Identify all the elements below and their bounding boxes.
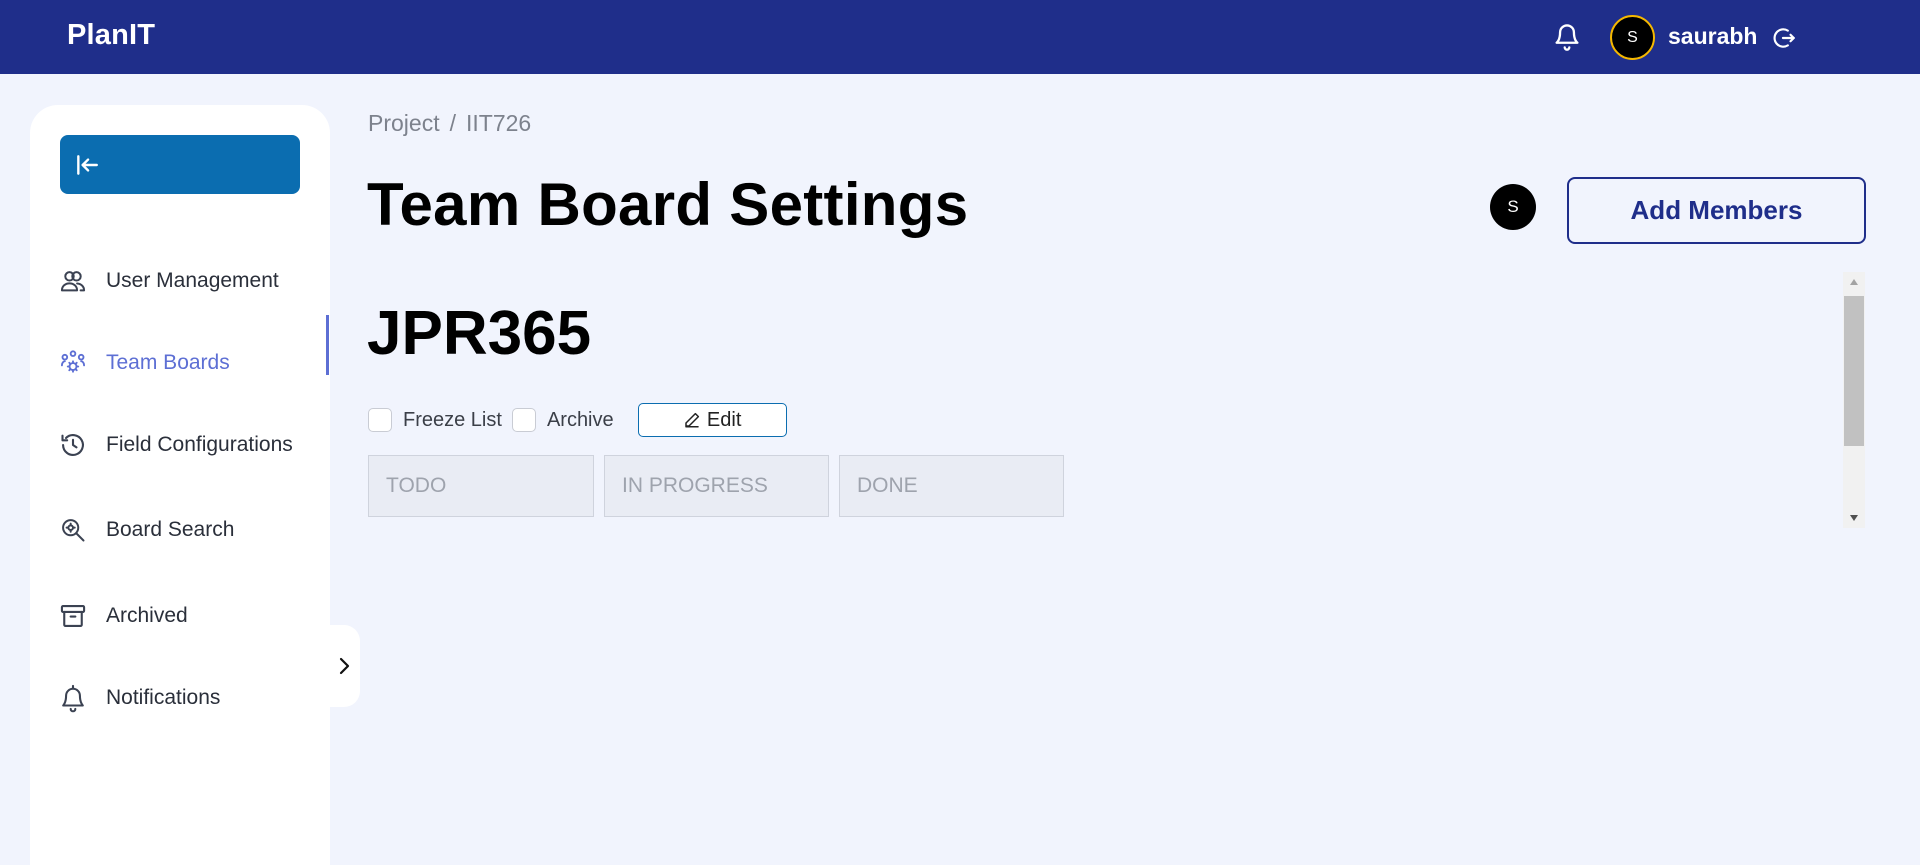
scrollbar-thumb[interactable] <box>1844 296 1864 446</box>
sidebar: User Management Team Boards Field Config… <box>30 105 330 865</box>
sidebar-item-team-boards[interactable]: Team Boards <box>58 343 330 383</box>
sidebar-item-label: Team Boards <box>106 351 230 374</box>
sidebar-item-notifications[interactable]: Notifications <box>58 678 330 718</box>
breadcrumb: Project / IIT726 <box>368 110 531 137</box>
sidebar-item-archived[interactable]: Archived <box>58 596 330 636</box>
breadcrumb-separator: / <box>449 110 456 136</box>
brand-logo[interactable]: PlanIT <box>67 19 155 52</box>
pencil-icon <box>683 411 701 429</box>
breadcrumb-project[interactable]: Project <box>368 110 440 136</box>
history-icon <box>58 430 88 460</box>
freeze-list-label: Freeze List <box>403 408 502 431</box>
triangle-down-icon <box>1850 515 1858 521</box>
add-members-button[interactable]: Add Members <box>1567 177 1866 244</box>
logout-icon <box>1773 28 1795 48</box>
list-in-progress[interactable]: IN PROGRESS <box>604 455 829 517</box>
list-todo[interactable]: TODO <box>368 455 594 517</box>
sidebar-item-field-configurations[interactable]: Field Configurations <box>58 425 330 465</box>
collapse-sidebar-button[interactable] <box>60 135 300 194</box>
member-avatar[interactable]: S <box>1490 184 1536 230</box>
expand-sidebar-button[interactable] <box>328 625 360 707</box>
bell-icon <box>58 683 88 713</box>
sidebar-item-label: Field Configurations <box>106 433 293 456</box>
bell-icon <box>1555 24 1579 51</box>
username-label[interactable]: saurabh <box>1668 23 1757 50</box>
archive-icon <box>58 601 88 631</box>
breadcrumb-current: IIT726 <box>465 110 532 136</box>
sidebar-item-label: Notifications <box>106 686 221 709</box>
list-done[interactable]: DONE <box>839 455 1064 517</box>
top-bar: PlanIT S saurabh <box>0 0 1920 74</box>
notifications-button[interactable] <box>1550 20 1584 54</box>
triangle-up-icon <box>1850 279 1858 285</box>
board-controls: Freeze List Archive Edit <box>368 403 787 437</box>
sidebar-item-user-management[interactable]: User Management <box>58 261 330 301</box>
vertical-scrollbar[interactable] <box>1843 272 1865 528</box>
board-name: JPR365 <box>367 299 592 368</box>
page-title: Team Board Settings <box>367 171 969 238</box>
team-gear-icon <box>58 348 88 378</box>
active-indicator <box>326 315 329 375</box>
edit-button[interactable]: Edit <box>637 403 787 437</box>
scroll-up-arrow[interactable] <box>1843 272 1865 292</box>
collapse-left-icon <box>77 154 98 175</box>
board-lists: TODO IN PROGRESS DONE <box>368 455 1064 517</box>
sidebar-item-label: Archived <box>106 604 188 627</box>
search-gear-icon <box>58 515 88 545</box>
sidebar-item-label: Board Search <box>106 518 235 541</box>
chevron-right-icon <box>339 657 350 675</box>
sidebar-item-board-search[interactable]: Board Search <box>58 510 330 550</box>
archive-label: Archive <box>546 408 614 431</box>
scroll-down-arrow[interactable] <box>1843 508 1865 528</box>
logout-button[interactable] <box>1770 24 1798 52</box>
sidebar-item-label: User Management <box>106 269 279 292</box>
archive-checkbox[interactable] <box>511 408 536 432</box>
edit-button-label: Edit <box>706 408 742 431</box>
freeze-list-checkbox[interactable] <box>368 408 392 432</box>
users-icon <box>58 266 88 296</box>
user-avatar[interactable]: S <box>1610 15 1655 60</box>
